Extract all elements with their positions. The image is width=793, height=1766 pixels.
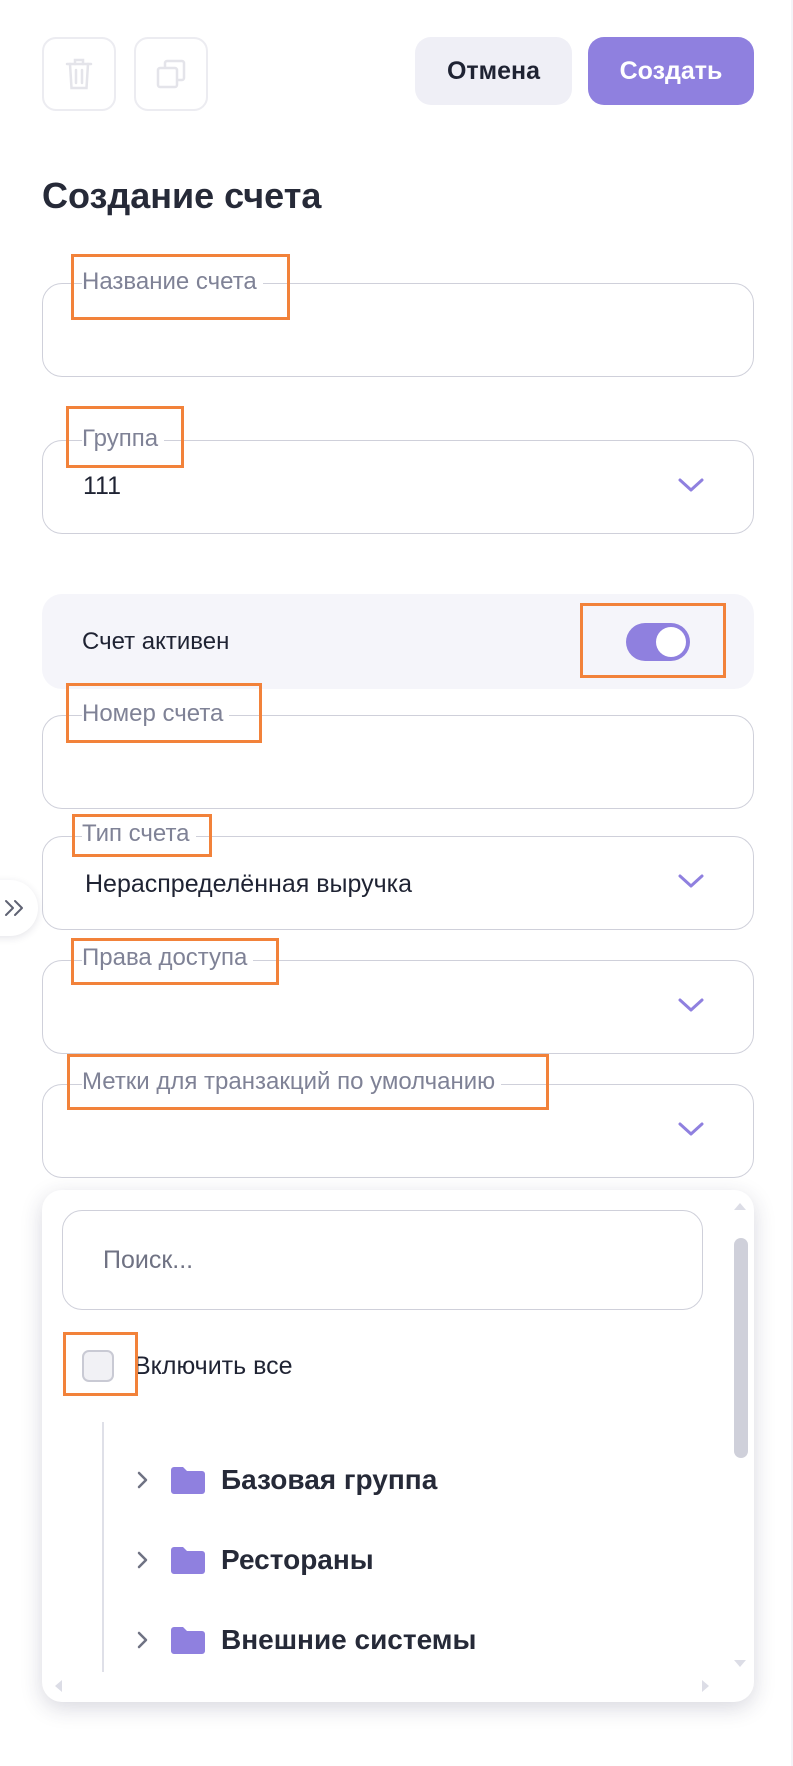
double-chevron-right-icon (5, 900, 23, 916)
search-input[interactable]: Поиск... (62, 1210, 703, 1310)
access-rights-label: Права доступа (82, 944, 254, 972)
tags-dropdown: Поиск... Включить все Базовая группа Рес… (42, 1190, 754, 1702)
vertical-scrollbar[interactable] (730, 1200, 750, 1670)
access-rights-select[interactable] (42, 960, 754, 1054)
group-select[interactable]: 111 (42, 440, 754, 534)
chevron-right-icon[interactable] (137, 1630, 149, 1650)
scroll-left-icon[interactable] (52, 1678, 64, 1694)
account-number-label: Номер счета (82, 700, 230, 728)
create-button[interactable]: Создать (588, 37, 754, 105)
include-all-checkbox[interactable] (82, 1350, 114, 1382)
chevron-right-icon[interactable] (137, 1550, 149, 1570)
folder-icon (171, 1467, 205, 1494)
tree-item-label: Рестораны (221, 1544, 374, 1575)
active-toggle-row: Счет активен (42, 594, 754, 689)
cancel-button[interactable]: Отмена (415, 37, 572, 105)
chevron-down-icon (678, 1122, 704, 1136)
chevron-down-icon (678, 998, 704, 1012)
active-label: Счет активен (82, 628, 230, 655)
trash-icon (65, 58, 93, 90)
scroll-down-icon[interactable] (732, 1658, 748, 1670)
include-all-label[interactable]: Включить все (134, 1352, 293, 1381)
delete-button[interactable] (42, 37, 116, 111)
tree-guide-line (102, 1422, 104, 1672)
folder-icon (171, 1627, 205, 1654)
tree-item-label: Внешние системы (221, 1624, 477, 1655)
toggle-knob (656, 627, 686, 657)
chevron-down-icon (678, 478, 704, 492)
default-tags-label: Метки для транзакций по умолчанию (82, 1068, 502, 1096)
group-label: Группа (82, 425, 165, 453)
account-type-label: Тип счета (82, 820, 196, 848)
account-type-select[interactable]: Нераспределённая выручка (42, 836, 754, 930)
tree-item-external-systems[interactable]: Внешние системы (137, 1620, 476, 1660)
expand-sidebar-handle[interactable] (0, 880, 38, 936)
account-number-field[interactable] (42, 715, 754, 809)
page-title: Создание счета (42, 175, 322, 216)
group-value: 111 (83, 472, 122, 500)
create-account-panel: Отмена Создать Создание счета Название с… (0, 0, 791, 1766)
account-type-value: Нераспределённая выручка (85, 870, 413, 898)
scroll-up-icon[interactable] (732, 1200, 748, 1212)
search-placeholder: Поиск... (103, 1246, 194, 1274)
tree-item-base-group[interactable]: Базовая группа (137, 1460, 437, 1500)
account-name-label: Название счета (82, 268, 263, 296)
chevron-down-icon (678, 874, 704, 888)
copy-icon (156, 59, 186, 89)
tree-item-restaurants[interactable]: Рестораны (137, 1540, 374, 1580)
chevron-right-icon[interactable] (137, 1470, 149, 1490)
folder-icon (171, 1547, 205, 1574)
scrollbar-thumb[interactable] (734, 1238, 748, 1458)
scroll-right-icon[interactable] (700, 1678, 712, 1694)
account-name-field[interactable] (42, 283, 754, 377)
default-tags-select[interactable] (42, 1084, 754, 1178)
horizontal-scrollbar[interactable] (52, 1676, 712, 1692)
tree-item-label: Базовая группа (221, 1464, 438, 1495)
copy-button[interactable] (134, 37, 208, 111)
active-toggle[interactable] (626, 623, 690, 661)
